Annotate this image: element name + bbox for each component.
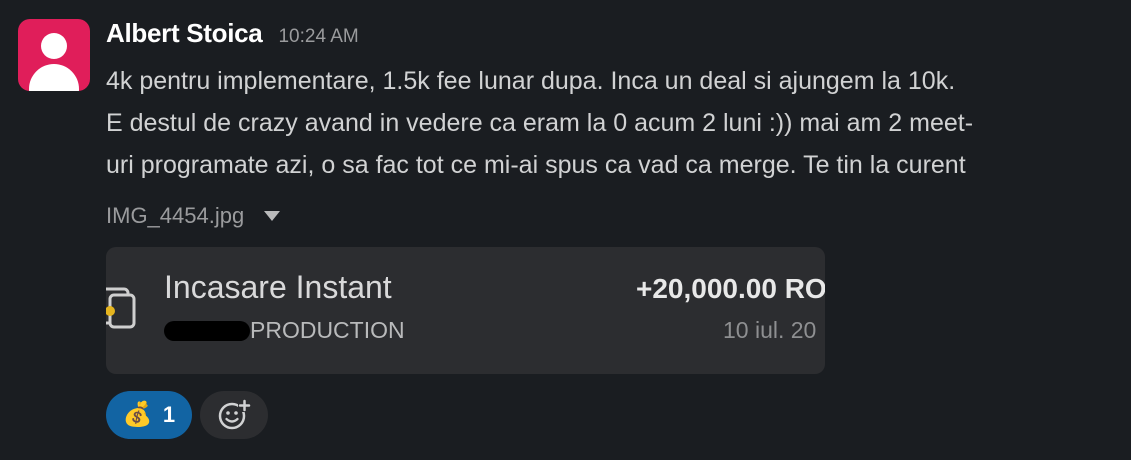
- reaction-money-bag[interactable]: 💰 1: [106, 391, 192, 439]
- transaction-amount: +20,000.00 RO: [636, 273, 825, 304]
- message-header: Albert Stoica 10:24 AM: [106, 18, 359, 52]
- avatar-shoulders-shape: [29, 64, 79, 91]
- message-line: E destul de crazy avand in vedere ca era…: [106, 109, 974, 137]
- transaction-company: PRODUCTION: [250, 317, 405, 343]
- message-timestamp[interactable]: 10:24 AM: [278, 26, 358, 48]
- reaction-count: 1: [162, 402, 176, 427]
- attachment-header[interactable]: IMG_4454.jpg: [106, 203, 281, 229]
- redacted-text-bar: [164, 320, 250, 341]
- attachment-image[interactable]: Incasare Instant PRODUCTION +20,000.00 R…: [106, 247, 825, 374]
- money-bag-icon: 💰: [122, 401, 153, 428]
- slack-message-view: Albert Stoica 10:24 AM 4k pentru impleme…: [0, 0, 1131, 460]
- message-body: 4k pentru implementare, 1.5k fee lunar d…: [106, 60, 1116, 186]
- transaction-date: 10 iul. 20: [723, 317, 817, 343]
- author-name[interactable]: Albert Stoica: [106, 18, 263, 49]
- message-line: 4k pentru implementare, 1.5k fee lunar d…: [106, 67, 956, 95]
- wallet-icon: [106, 287, 136, 329]
- transaction-subtitle: PRODUCTION: [164, 317, 405, 344]
- avatar-head-shape: [41, 33, 67, 59]
- add-emoji-icon: [218, 399, 251, 430]
- message-line: uri programate azi, o sa fac tot ce mi-a…: [106, 151, 966, 179]
- caret-down-icon[interactable]: [264, 211, 281, 221]
- user-avatar[interactable]: [18, 19, 90, 91]
- add-reaction-button[interactable]: [200, 391, 268, 439]
- attachment-file-name[interactable]: IMG_4454.jpg: [106, 203, 244, 229]
- transaction-title: Incasare Instant: [164, 269, 392, 305]
